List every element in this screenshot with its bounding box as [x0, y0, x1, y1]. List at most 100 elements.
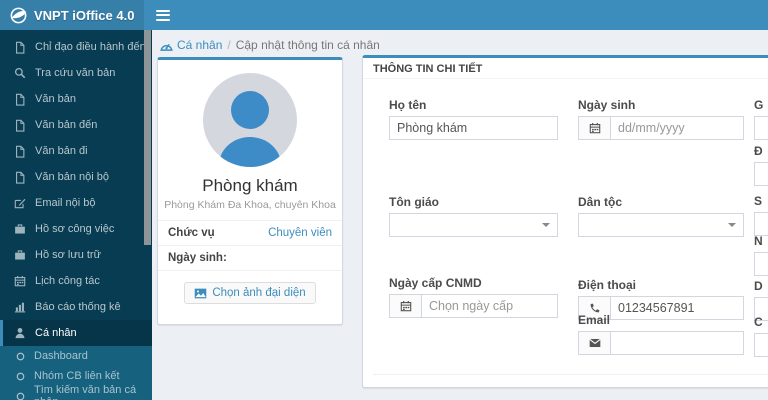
- choose-avatar-button[interactable]: Chọn ảnh đại diện: [184, 282, 316, 304]
- breadcrumb-home-link[interactable]: Cá nhân: [160, 38, 222, 52]
- clipped-field-4: N: [754, 235, 768, 276]
- sidebar-item-chi-dao-dieu-hanh-den[interactable]: Chỉ đạo điều hành đến: [0, 34, 152, 60]
- detail-info-panel: THÔNG TIN CHI TIẾT Họ tên Ngày sinh G: [362, 55, 768, 388]
- main-content: Cá nhân / Cập nhật thông tin cá nhân Phò…: [152, 30, 768, 400]
- envelope-icon: [578, 331, 610, 355]
- clipped-field-2: Đ: [754, 145, 768, 186]
- form-footer-divider: [373, 374, 768, 375]
- religion-label: Tôn giáo: [389, 195, 439, 209]
- sidebar-scrollbar[interactable]: [144, 30, 151, 245]
- breadcrumb: Cá nhân / Cập nhật thông tin cá nhân: [160, 38, 380, 52]
- chart-icon: [13, 301, 27, 313]
- birthdate-input[interactable]: [610, 116, 744, 140]
- briefcase-icon: [13, 223, 27, 235]
- sidebar-item-van-ban-den[interactable]: Văn bản đến: [0, 112, 152, 138]
- sidebar-item-tra-cuu-van-ban[interactable]: Tra cứu văn bản: [0, 60, 152, 86]
- fullname-label: Họ tên: [389, 98, 427, 112]
- clipped-field-label: S: [754, 194, 763, 208]
- ethnicity-label: Dân tộc: [578, 195, 623, 209]
- panel-title: THÔNG TIN CHI TIẾT: [363, 58, 768, 79]
- chevron-down-icon: [542, 223, 550, 227]
- sidebar-subitem-tim-kiem-van-ban-ca-nhan[interactable]: Tìm kiếm văn bản cá nhân: [0, 384, 152, 400]
- sidebar-item-lich-cong-tac[interactable]: Lịch công tác: [0, 268, 152, 294]
- briefcase-icon: [13, 249, 27, 261]
- circle-icon: [14, 352, 26, 361]
- sidebar-item-van-ban-di[interactable]: Văn bản đi: [0, 138, 152, 164]
- id-issue-date-input[interactable]: [421, 294, 558, 318]
- chevron-down-icon: [728, 223, 736, 227]
- religion-field: Tôn giáo: [389, 196, 558, 237]
- file-icon: [13, 93, 27, 106]
- ethnicity-field: Dân tộc: [578, 196, 744, 237]
- sidebar-item-email-noi-bo[interactable]: Email nội bộ: [0, 190, 152, 216]
- dob-label: Ngày sinh:: [168, 252, 227, 264]
- position-value-link[interactable]: Chuyên viên: [268, 227, 332, 239]
- search-icon: [13, 67, 27, 79]
- clipped-field-input[interactable]: [754, 162, 768, 186]
- sidebar-item-ho-so-luu-tru[interactable]: Hồ sơ lưu trữ: [0, 242, 152, 268]
- image-icon: [194, 288, 207, 299]
- file-icon: [13, 41, 27, 54]
- file-icon: [13, 119, 27, 132]
- calendar-icon: [389, 294, 421, 318]
- edit-icon: [13, 197, 27, 209]
- religion-select[interactable]: [389, 213, 558, 237]
- app-logo[interactable]: VNPT iOffice 4.0: [0, 0, 144, 30]
- breadcrumb-separator: /: [227, 38, 231, 52]
- sidebar-subitem-dashboard[interactable]: Dashboard: [0, 346, 152, 366]
- profile-position-row: Chức vụ Chuyên viên: [158, 220, 342, 245]
- birthdate-field: Ngày sinh: [578, 99, 744, 140]
- clipped-field-3: S: [754, 195, 768, 236]
- birthdate-label: Ngày sinh: [578, 98, 636, 112]
- clipped-field-label: D: [754, 279, 763, 293]
- top-navbar: VNPT iOffice 4.0: [0, 0, 768, 30]
- sidebar-item-bao-cao-thong-ke[interactable]: Báo cáo thống kê: [0, 294, 152, 320]
- fullname-field: Họ tên: [389, 99, 558, 140]
- clipped-field-label: N: [754, 234, 763, 248]
- clipped-field-input[interactable]: [754, 116, 768, 140]
- profile-dob-row: Ngày sinh:: [158, 245, 342, 270]
- sidebar-item-ho-so-cong-viec[interactable]: Hồ sơ công việc: [0, 216, 152, 242]
- breadcrumb-current: Cập nhật thông tin cá nhân: [235, 38, 380, 52]
- avatar: [203, 73, 297, 167]
- circle-icon: [14, 392, 26, 400]
- sidebar-subitem-nhom-cb-lien-ket[interactable]: Nhóm CB liên kết: [0, 366, 152, 386]
- user-icon: [13, 327, 27, 339]
- clipped-field-input[interactable]: [754, 333, 768, 357]
- sidebar-submenu: Dashboard Nhóm CB liên kết Tìm kiếm văn …: [0, 346, 152, 400]
- clipped-field-6: C: [754, 316, 768, 357]
- profile-subtitle: Phòng Khám Đa Khoa, chuyên Khoa: [164, 199, 336, 211]
- phone-label: Điện thoại: [578, 278, 637, 292]
- fullname-input[interactable]: [389, 116, 558, 140]
- calendar-icon: [578, 116, 610, 140]
- id-issue-date-label: Ngày cấp CNMD: [389, 276, 482, 290]
- sidebar-toggle-button[interactable]: [144, 0, 182, 30]
- profile-card: Phòng khám Phòng Khám Đa Khoa, chuyên Kh…: [157, 57, 343, 325]
- clipped-field-label: G: [754, 98, 764, 112]
- sidebar-item-ca-nhan[interactable]: Cá nhân: [0, 320, 152, 346]
- email-input[interactable]: [610, 331, 744, 355]
- avatar-button-row: Chọn ảnh đại diện: [158, 270, 342, 315]
- clipped-field-input[interactable]: [754, 252, 768, 276]
- email-field: Email: [578, 314, 744, 355]
- sidebar-item-van-ban-noi-bo[interactable]: Văn bản nội bộ: [0, 164, 152, 190]
- clipped-field-1: G: [754, 99, 768, 140]
- id-issue-date-field: Ngày cấp CNMD: [389, 277, 558, 318]
- profile-name: Phòng khám: [202, 176, 298, 195]
- clipped-field-input[interactable]: [754, 212, 768, 236]
- calendar-icon: [13, 275, 27, 287]
- vnpt-logo-icon: [9, 6, 28, 25]
- position-label: Chức vụ: [168, 227, 215, 239]
- circle-icon: [14, 372, 26, 381]
- detail-form: Họ tên Ngày sinh G Đ: [363, 79, 768, 379]
- email-label: Email: [578, 313, 611, 327]
- sidebar-item-van-ban[interactable]: Văn bản: [0, 86, 152, 112]
- app-title: VNPT iOffice 4.0: [34, 7, 135, 23]
- clipped-field-label: C: [754, 315, 763, 329]
- clipped-field-label: Đ: [754, 144, 763, 158]
- sidebar: Chỉ đạo điều hành đến Tra cứu văn bản Vă…: [0, 30, 152, 400]
- dashboard-gauge-icon: [160, 40, 173, 51]
- file-icon: [13, 145, 27, 158]
- file-icon: [13, 171, 27, 184]
- ethnicity-select[interactable]: [578, 213, 744, 237]
